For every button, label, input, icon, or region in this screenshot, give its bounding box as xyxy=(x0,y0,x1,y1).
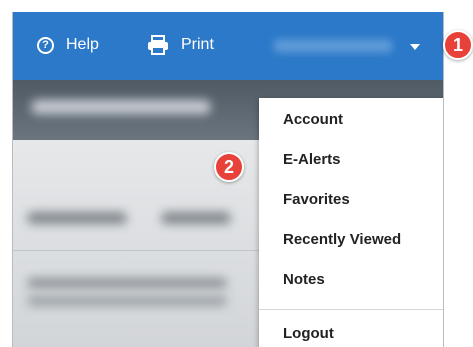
caret-down-icon[interactable] xyxy=(410,44,420,50)
callout-badge-1: 1 xyxy=(443,30,473,60)
blurred-text xyxy=(27,278,227,288)
user-dropdown-menu: Account E-Alerts Favorites Recently View… xyxy=(259,98,443,347)
blurred-text xyxy=(161,212,231,224)
menu-item-favorites[interactable]: Favorites xyxy=(283,187,350,211)
user-name-redacted[interactable] xyxy=(273,39,393,53)
menu-item-e-alerts[interactable]: E-Alerts xyxy=(283,147,341,171)
print-button[interactable]: Print xyxy=(147,34,214,56)
print-label: Print xyxy=(181,36,214,53)
help-circle-icon: ? xyxy=(37,36,54,54)
menu-item-account[interactable]: Account xyxy=(283,107,343,131)
blurred-heading xyxy=(31,100,211,114)
menu-item-logout[interactable]: Logout xyxy=(283,321,334,345)
screenshot-frame: ? Help Print Account E-Alerts Favorites … xyxy=(0,0,473,347)
help-label: Help xyxy=(66,36,99,53)
blurred-text xyxy=(27,212,127,224)
menu-item-notes[interactable]: Notes xyxy=(283,267,325,291)
menu-item-recently-viewed[interactable]: Recently Viewed xyxy=(283,227,401,251)
callout-badge-2: 2 xyxy=(214,152,244,182)
top-navigation-bar: ? Help Print xyxy=(13,12,443,80)
help-button[interactable]: ? Help xyxy=(37,34,99,56)
menu-separator xyxy=(259,309,443,310)
blurred-text xyxy=(27,296,227,306)
printer-icon xyxy=(148,35,168,55)
